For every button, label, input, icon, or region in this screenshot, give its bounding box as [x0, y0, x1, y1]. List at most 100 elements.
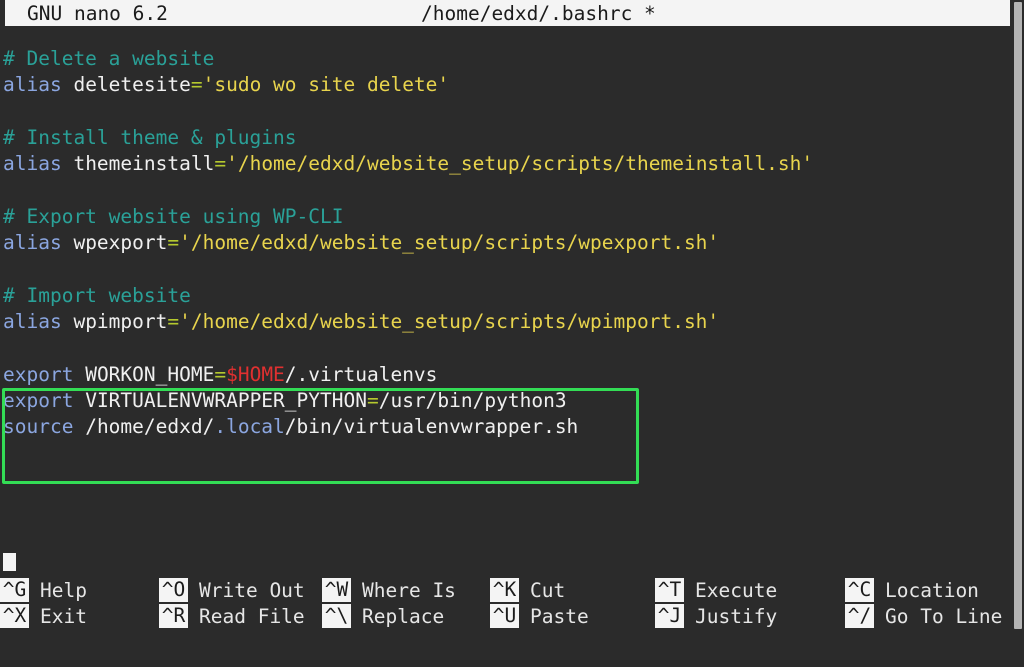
whitespace — [73, 415, 85, 438]
shortcut-key-chord[interactable]: ^X — [0, 604, 29, 628]
shortcut-item[interactable]: ^\Replace — [322, 603, 444, 629]
whitespace — [62, 310, 74, 333]
whitespace — [73, 389, 85, 412]
alias-name: deletesite — [73, 73, 190, 96]
shortcut-label: Go To Line — [885, 605, 1002, 628]
equals-sign: = — [214, 152, 226, 175]
shell-keyword: export — [3, 389, 73, 412]
equals-sign: = — [367, 389, 379, 412]
code-line[interactable]: # Install theme & plugins — [3, 125, 813, 151]
shortcut-label: Cut — [530, 579, 565, 602]
equals-sign: = — [214, 363, 226, 386]
shortcut-label: Where Is — [362, 579, 456, 602]
code-line[interactable]: # Import website — [3, 283, 813, 309]
shortcut-key-chord[interactable]: ^W — [322, 578, 351, 602]
env-var-name: VIRTUALENVWRAPPER_PYTHON — [85, 389, 367, 412]
source-path-suffix: /bin/virtualenvwrapper.sh — [285, 415, 579, 438]
code-line[interactable]: alias wpimport='/home/edxd/website_setup… — [3, 309, 813, 335]
nano-title-bar: GNU nano 6.2 /home/edxd/.bashrc * — [5, 0, 1010, 26]
nano-editor-area[interactable]: # Delete a websitealias deletesite='sudo… — [0, 26, 1013, 571]
shortcut-key-chord[interactable]: ^C — [845, 578, 874, 602]
shortcut-item[interactable]: ^G Help — [0, 577, 87, 603]
comment-text: # Install theme & plugins — [3, 126, 297, 149]
code-line[interactable] — [3, 335, 813, 361]
whitespace — [62, 231, 74, 254]
shortcut-key-chord[interactable]: ^T — [655, 578, 684, 602]
shell-keyword: alias — [3, 152, 62, 175]
alias-value: 'sudo wo site delete' — [203, 73, 450, 96]
shortcut-key-chord[interactable]: ^/ — [845, 604, 874, 628]
shortcut-key-chord[interactable]: ^O — [159, 578, 188, 602]
alias-value: '/home/edxd/website_setup/scripts/wpexpo… — [179, 231, 719, 254]
alias-name: themeinstall — [73, 152, 214, 175]
shortcut-key-chord[interactable]: ^K — [490, 578, 519, 602]
source-path-dotdir: .local — [214, 415, 284, 438]
whitespace — [73, 363, 85, 386]
shortcut-item[interactable]: ^W Where Is — [322, 577, 456, 603]
code-line[interactable]: alias deletesite='sudo wo site delete' — [3, 72, 813, 98]
vertical-scrollbar-thumb[interactable] — [1014, 2, 1022, 629]
code-line[interactable]: export VIRTUALENVWRAPPER_PYTHON=/usr/bin… — [3, 388, 813, 414]
shortcut-item[interactable]: ^X Exit — [0, 603, 87, 629]
code-line[interactable]: # Delete a website — [3, 46, 813, 72]
shortcut-key-chord[interactable]: ^U — [490, 604, 519, 628]
shortcut-row-top: ^G Help ^O Write Out ^W Where Is ^K Cut ^T Execut… — [0, 577, 1013, 603]
nano-terminal-window: GNU nano 6.2 /home/edxd/.bashrc * # Dele… — [0, 0, 1024, 631]
nano-shortcut-bar: ^G Help ^O Write Out ^W Where Is ^K Cut ^T Execut… — [0, 575, 1013, 631]
shell-variable: $HOME — [226, 363, 285, 386]
code-line[interactable]: source /home/edxd/.local/bin/virtualenvw… — [3, 414, 813, 440]
alias-value: '/home/edxd/website_setup/scripts/wpimpo… — [179, 310, 719, 333]
blank-line — [3, 178, 15, 201]
shortcut-key-chord[interactable]: ^R — [159, 604, 188, 628]
shortcut-item[interactable]: ^T Execute — [655, 577, 777, 603]
shortcut-label: Location — [885, 579, 979, 602]
shortcut-item[interactable]: ^/ Go To Line — [845, 603, 1002, 629]
shortcut-label: Help — [40, 579, 87, 602]
alias-name: wpexport — [73, 231, 167, 254]
code-line[interactable] — [3, 99, 813, 125]
code-line[interactable]: alias wpexport='/home/edxd/website_setup… — [3, 230, 813, 256]
blank-line — [3, 257, 15, 280]
text-cursor — [3, 553, 16, 571]
shortcut-label: Exit — [40, 605, 87, 628]
shortcut-item[interactable]: ^C Location — [845, 577, 979, 603]
shortcut-item[interactable]: ^K Cut — [490, 577, 565, 603]
code-line[interactable] — [3, 177, 813, 203]
shell-keyword: export — [3, 363, 73, 386]
nano-filename-label: /home/edxd/.bashrc * — [421, 2, 656, 25]
nano-text-content[interactable]: # Delete a websitealias deletesite='sudo… — [3, 46, 813, 440]
shortcut-label: Execute — [695, 579, 777, 602]
whitespace — [62, 73, 74, 96]
shortcut-key-chord[interactable]: ^\ — [322, 604, 351, 628]
nano-version-label: GNU nano 6.2 — [27, 2, 168, 25]
code-line[interactable]: alias themeinstall='/home/edxd/website_s… — [3, 151, 813, 177]
code-line[interactable] — [3, 256, 813, 282]
shortcut-key-chord[interactable]: ^G — [0, 578, 29, 602]
shortcut-key-chord[interactable]: ^J — [655, 604, 684, 628]
alias-name: wpimport — [73, 310, 167, 333]
shortcut-label: Justify — [695, 605, 777, 628]
shell-keyword: alias — [3, 310, 62, 333]
shell-keyword: alias — [3, 73, 62, 96]
shortcut-label: Write Out — [199, 579, 305, 602]
shortcut-item[interactable]: ^RRead File — [159, 603, 305, 629]
shell-keyword: source — [3, 415, 73, 438]
env-var-name: WORKON_HOME — [85, 363, 214, 386]
blank-line — [3, 336, 15, 359]
comment-text: # Export website using WP-CLI — [3, 205, 343, 228]
equals-sign: = — [167, 310, 179, 333]
shortcut-item[interactable]: ^J Justify — [655, 603, 777, 629]
code-line[interactable]: export WORKON_HOME=$HOME/.virtualenvs — [3, 362, 813, 388]
shortcut-item[interactable]: ^O Write Out — [159, 577, 305, 603]
code-line[interactable]: # Export website using WP-CLI — [3, 204, 813, 230]
equals-sign: = — [167, 231, 179, 254]
source-path-prefix: /home/edxd/ — [85, 415, 214, 438]
env-var-value: /.virtualenvs — [285, 363, 438, 386]
equals-sign: = — [191, 73, 203, 96]
env-var-value: /usr/bin/python3 — [379, 389, 567, 412]
vertical-scrollbar-track[interactable] — [1013, 0, 1024, 631]
shell-keyword: alias — [3, 231, 62, 254]
shortcut-item[interactable]: ^U Paste — [490, 603, 589, 629]
alias-value: '/home/edxd/website_setup/scripts/themei… — [226, 152, 813, 175]
shortcut-label: Paste — [530, 605, 589, 628]
